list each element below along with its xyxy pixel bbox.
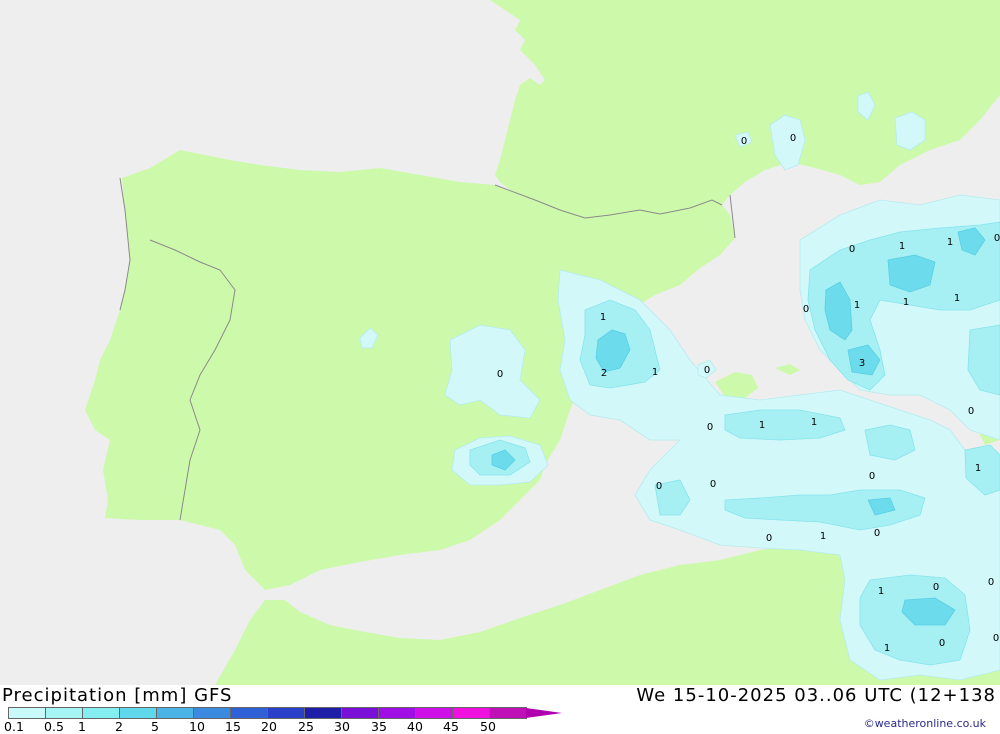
scale-swatch xyxy=(489,707,527,719)
contour-label: 1 xyxy=(975,463,981,474)
contour-label: 0 xyxy=(874,528,880,539)
scale-tick-label: 2 xyxy=(115,719,123,734)
scale-swatch xyxy=(415,707,453,719)
contour-label: 0 xyxy=(869,471,875,482)
scale-swatch xyxy=(452,707,490,719)
contour-label: 0 xyxy=(994,233,1000,244)
scale-tick-label: 1 xyxy=(78,719,86,734)
contour-label: 1 xyxy=(903,297,909,308)
scale-swatch xyxy=(304,707,342,719)
contour-label: 1 xyxy=(600,312,606,323)
contour-label: 1 xyxy=(652,367,658,378)
scale-swatch xyxy=(45,707,83,719)
scale-swatch xyxy=(341,707,379,719)
scale-tick-label: 40 xyxy=(407,719,423,734)
contour-label: 1 xyxy=(899,241,905,252)
contour-label: 0 xyxy=(790,133,796,144)
scale-tick-label: 30 xyxy=(334,719,350,734)
scale-tick-label: 5 xyxy=(151,719,159,734)
contour-label: 3 xyxy=(859,358,865,369)
contour-label: 0 xyxy=(741,136,747,147)
scale-swatch xyxy=(8,707,46,719)
contour-label: 0 xyxy=(933,582,939,593)
color-scale xyxy=(8,707,562,719)
contour-label: 0 xyxy=(710,479,716,490)
contour-label: 0 xyxy=(939,638,945,649)
contour-label: 1 xyxy=(759,420,765,431)
scale-tick-label: 0.1 xyxy=(4,719,24,734)
scale-tick-label: 10 xyxy=(189,719,205,734)
scale-arrow xyxy=(526,708,562,718)
scale-tick-label: 20 xyxy=(261,719,277,734)
contour-label: 0 xyxy=(656,481,662,492)
contour-label: 1 xyxy=(878,586,884,597)
contour-label: 0 xyxy=(968,406,974,417)
contour-label: 2 xyxy=(601,368,607,379)
contour-label: 1 xyxy=(884,643,890,654)
contour-label: 1 xyxy=(954,293,960,304)
scale-tick-label: 0.5 xyxy=(44,719,64,734)
contour-label: 1 xyxy=(854,300,860,311)
contour-label: 1 xyxy=(811,417,817,428)
scale-swatch xyxy=(82,707,120,719)
scale-tick-label: 50 xyxy=(480,719,496,734)
contour-label: 0 xyxy=(766,533,772,544)
contour-label: 1 xyxy=(947,237,953,248)
contour-label: 1 xyxy=(820,531,826,542)
legend-footer: Precipitation [mm] GFS We 15-10-2025 03.… xyxy=(0,685,1000,734)
scale-tick-label: 45 xyxy=(443,719,459,734)
valid-time: We 15-10-2025 03..06 UTC (12+138 xyxy=(636,685,996,706)
scale-swatch xyxy=(267,707,305,719)
scale-swatch xyxy=(193,707,231,719)
scale-swatch xyxy=(119,707,157,719)
precipitation-map: 0 0 0 1 2 1 0 0 1 1 0 0 0 1 0 0 0 1 1 1 … xyxy=(0,0,1000,685)
contour-label: 0 xyxy=(497,369,503,380)
contour-label: 0 xyxy=(803,304,809,315)
credit-link[interactable]: ©weatheronline.co.uk xyxy=(864,717,986,730)
scale-tick-label: 25 xyxy=(298,719,314,734)
scale-ticks: 0.1 0.5 1 2 5 10 15 20 25 30 35 40 45 50 xyxy=(0,719,540,734)
scale-swatch xyxy=(378,707,416,719)
scale-swatch xyxy=(156,707,194,719)
contour-label: 0 xyxy=(704,365,710,376)
scale-tick-label: 15 xyxy=(225,719,241,734)
scale-swatch xyxy=(230,707,268,719)
map-title: Precipitation [mm] GFS xyxy=(2,685,233,706)
contour-label: 0 xyxy=(707,422,713,433)
contour-label: 0 xyxy=(988,577,994,588)
contour-label: 0 xyxy=(993,633,999,644)
scale-tick-label: 35 xyxy=(371,719,387,734)
contour-label: 0 xyxy=(849,244,855,255)
